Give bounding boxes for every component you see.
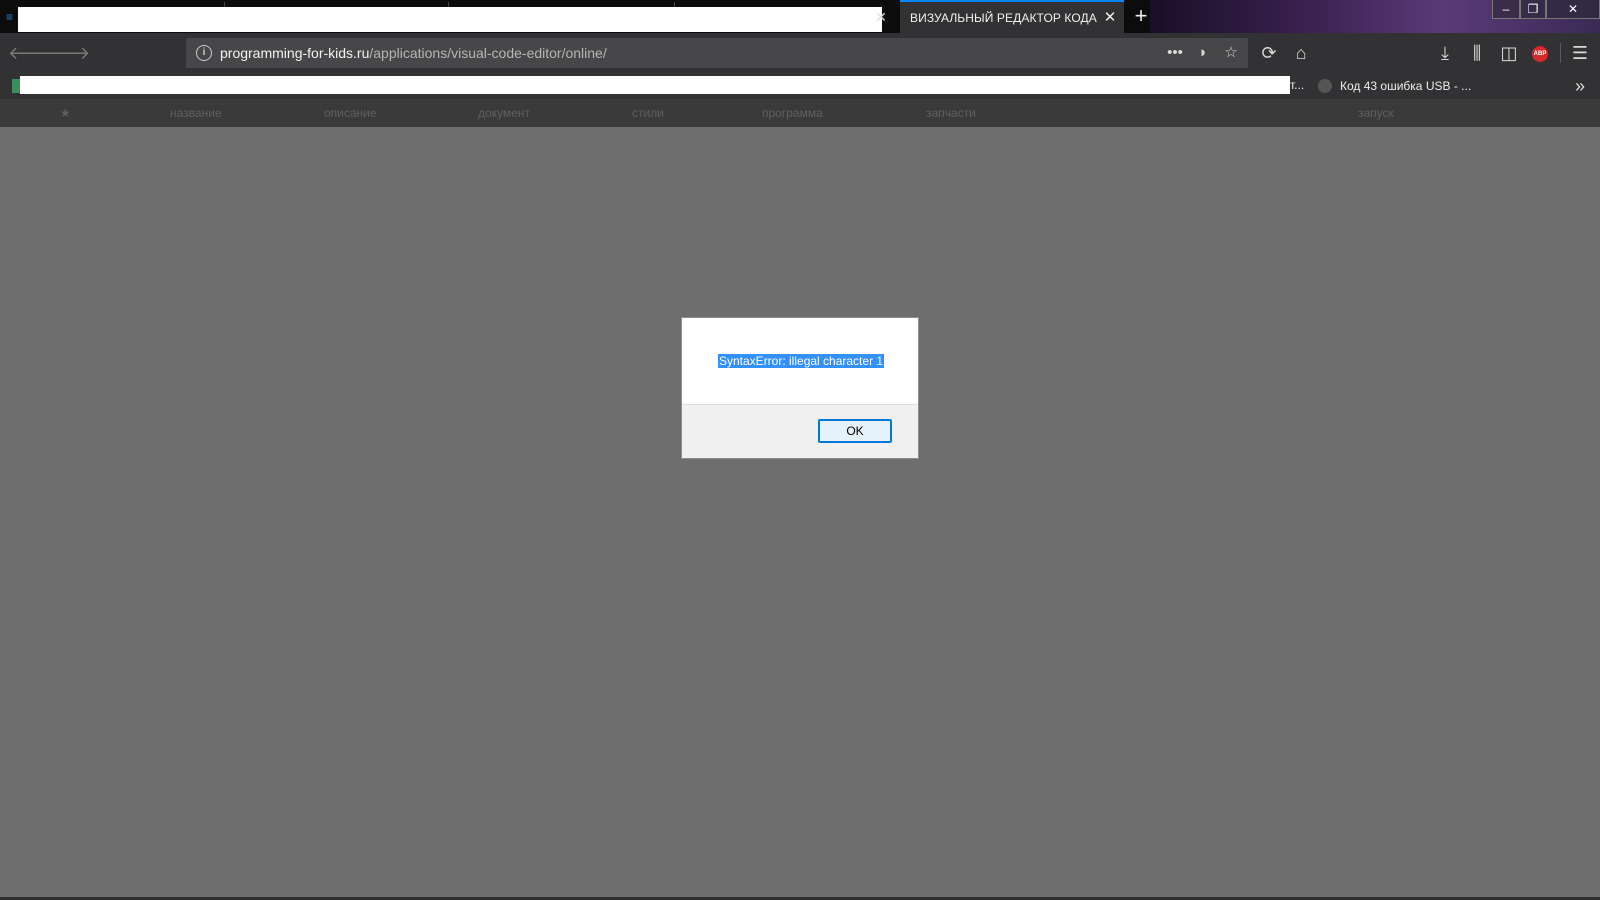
- url-path: /applications/visual-code-editor/online/: [369, 45, 607, 61]
- url-text[interactable]: programming-for-kids.ru/applications/vis…: [220, 45, 607, 61]
- app-tab-run[interactable]: запуск: [1358, 106, 1394, 120]
- dialog-footer: OK: [682, 404, 918, 458]
- minimize-button[interactable]: –: [1492, 0, 1520, 19]
- dialog-body: SyntaxError: illegal character 1: [682, 318, 918, 404]
- new-tab-button[interactable]: +: [1130, 5, 1152, 27]
- tab-title: ВИЗУАЛЬНЫЙ РЕДАКТОР КОДА: [910, 11, 1097, 25]
- redacted-tabs: [18, 7, 882, 32]
- app-tab-name[interactable]: название: [170, 106, 222, 120]
- tab-close-icon[interactable]: ✕: [874, 9, 888, 25]
- bookmarks-overflow-icon[interactable]: »: [1570, 75, 1590, 97]
- app-tab-star[interactable]: ★: [60, 106, 71, 120]
- app-tab-program[interactable]: программа: [762, 106, 823, 120]
- adblock-plus-icon[interactable]: ABP: [1532, 46, 1548, 62]
- app-tab-styles[interactable]: стили: [632, 106, 664, 120]
- sidebar-icon[interactable]: ◫: [1498, 42, 1520, 64]
- navigation-bar: 🡐 🡒 i programming-for-kids.ru/applicatio…: [0, 33, 1600, 73]
- menu-icon[interactable]: ☰: [1569, 42, 1591, 64]
- close-window-button[interactable]: ✕: [1546, 0, 1600, 19]
- bookmark-item[interactable]: т...: [1290, 78, 1304, 92]
- downloads-icon[interactable]: ⤓: [1434, 42, 1456, 64]
- tab-active[interactable]: ВИЗУАЛЬНЫЙ РЕДАКТОР КОДА ✕: [900, 0, 1124, 33]
- page-actions-icon[interactable]: •••: [1164, 42, 1186, 64]
- page-overlay: [0, 127, 1600, 900]
- tab-separator: [448, 2, 449, 7]
- forward-icon[interactable]: 🡒: [42, 42, 90, 64]
- url-host: programming-for-kids.ru: [220, 45, 370, 61]
- maximize-button[interactable]: ❐: [1520, 0, 1546, 19]
- reload-icon[interactable]: ⟳: [1258, 42, 1280, 64]
- library-icon[interactable]: ⫼: [1466, 42, 1488, 64]
- tab-separator: [674, 2, 675, 7]
- back-icon[interactable]: 🡐: [8, 42, 56, 64]
- bookmark-star-icon[interactable]: ☆: [1220, 42, 1242, 64]
- app-tab-document[interactable]: документ: [478, 106, 530, 120]
- tab-close-icon[interactable]: ✕: [1102, 10, 1118, 26]
- bookmark-item-usb[interactable]: Код 43 ошибка USB - ...: [1318, 77, 1471, 95]
- bookmark-favicon-icon: [1318, 79, 1332, 93]
- alert-dialog: SyntaxError: illegal character 1 OK: [681, 317, 919, 459]
- toolbar-divider: [1560, 43, 1561, 63]
- site-info-icon[interactable]: i: [196, 45, 212, 61]
- bookmarks-bar: т... Код 43 ошибка USB - ... »: [0, 73, 1600, 99]
- home-icon[interactable]: ⌂: [1290, 42, 1312, 64]
- ok-button[interactable]: OK: [818, 419, 892, 443]
- bookmark-label: Код 43 ошибка USB - ...: [1340, 79, 1472, 93]
- app-navigation: ★ название описание документ стили прогр…: [0, 99, 1600, 127]
- dialog-message: SyntaxError: illegal character 1: [718, 354, 885, 368]
- app-tab-parts[interactable]: запчасти: [926, 106, 976, 120]
- page: ≡ ✕ ВИЗУАЛЬНЫЙ РЕДАКТОР КОДА ✕ + – ❐ ✕ 🡐…: [0, 0, 1600, 900]
- redacted-bookmarks: [20, 76, 1290, 94]
- pocket-icon[interactable]: ◗: [1192, 42, 1214, 64]
- tab-strip: ≡ ✕ ВИЗУАЛЬНЫЙ РЕДАКТОР КОДА ✕ + – ❐ ✕: [0, 0, 1600, 33]
- app-tab-description[interactable]: описание: [324, 106, 377, 120]
- tab-separator: [224, 2, 225, 7]
- window-controls: – ❐ ✕: [1492, 0, 1600, 19]
- tab-favicon-icon: ≡: [6, 10, 14, 24]
- url-bar[interactable]: i programming-for-kids.ru/applications/v…: [186, 38, 1248, 68]
